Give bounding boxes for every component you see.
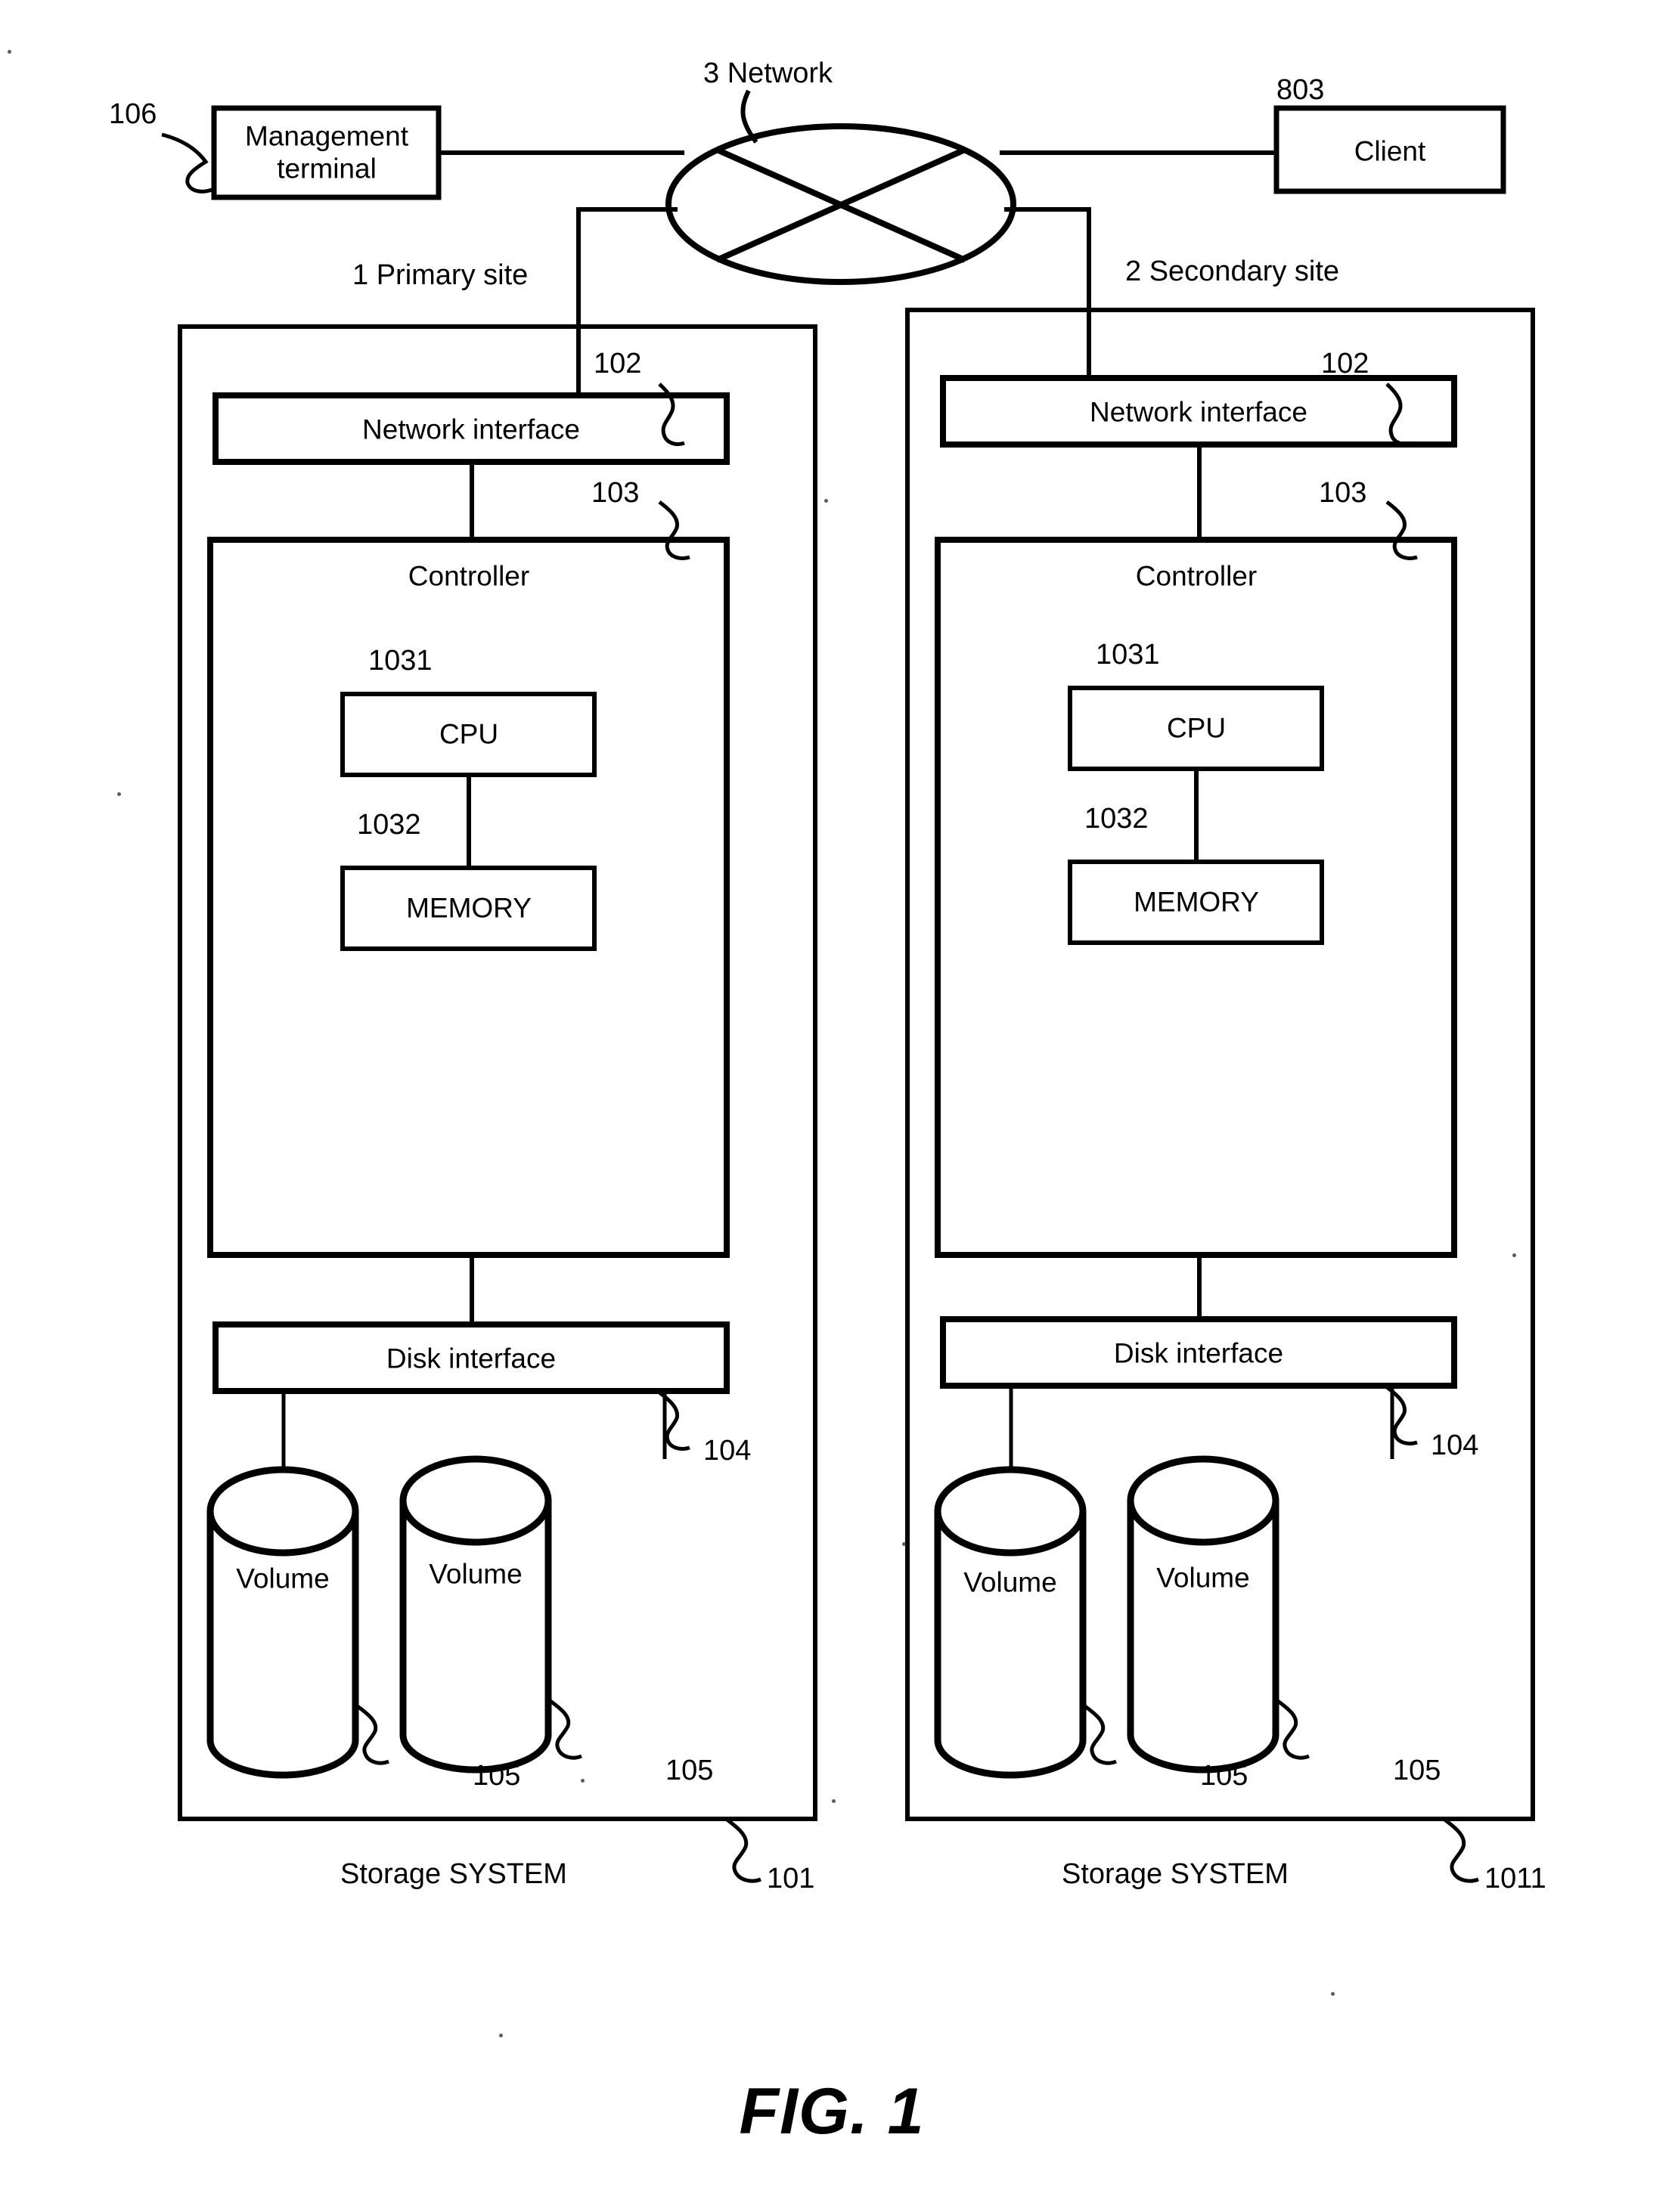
primary-memory-label: MEMORY	[406, 892, 532, 924]
secondary-network-interface-label: Network interface	[1090, 396, 1307, 428]
leader-1011	[1442, 1817, 1479, 1883]
primary-site-frame	[178, 324, 817, 1821]
primary-cpu-label: CPU	[439, 718, 499, 750]
figure-caption: FIG. 1	[739, 2075, 925, 2148]
secondary-site-label: 2 Secondary site	[1125, 256, 1340, 287]
secondary-cpu-label: CPU	[1166, 712, 1227, 744]
leader-105-primary-1	[354, 1702, 389, 1765]
primary-ref-104: 104	[703, 1435, 752, 1467]
primary-disk-interface-label: Disk interface	[386, 1343, 557, 1374]
leader-105-primary-2	[547, 1697, 582, 1760]
patent-figure: 106 Management terminal 3 Network 803 Cl…	[0, 0, 1678, 2212]
primary-volume-2-label: Volume	[429, 1558, 523, 1590]
secondary-ref-103: 103	[1319, 477, 1367, 509]
leader-101	[724, 1817, 761, 1883]
secondary-memory-label: MEMORY	[1134, 886, 1259, 918]
secondary-volume-2-cylinder	[1127, 1455, 1279, 1774]
primary-volume-2-cylinder	[399, 1455, 552, 1774]
primary-network-interface-label: Network interface	[362, 414, 580, 445]
primary-controller-label: Controller	[408, 560, 530, 592]
scan-speck	[499, 2034, 503, 2037]
scan-speck	[581, 1779, 585, 1783]
leader-103-primary	[658, 500, 690, 561]
primary-volume-1-label: Volume	[236, 1563, 330, 1594]
leader-102-secondary	[1385, 383, 1413, 447]
management-terminal-label-line1: Management	[245, 120, 408, 152]
client-label: Client	[1354, 135, 1426, 167]
primary-ref-1032: 1032	[357, 809, 421, 841]
primary-ref-103: 103	[591, 477, 640, 509]
network-label: 3 Network	[703, 57, 833, 89]
secondary-volume-2-label: Volume	[1156, 1562, 1250, 1594]
primary-volume-1-cylinder	[206, 1466, 359, 1779]
secondary-controller-label: Controller	[1135, 560, 1258, 592]
scan-speck	[824, 499, 828, 503]
leader-105-secondary-2	[1274, 1697, 1310, 1760]
secondary-ref-1032: 1032	[1084, 803, 1149, 835]
leader-105-secondary-1	[1081, 1702, 1117, 1765]
ref-803: 803	[1276, 74, 1325, 106]
scan-speck	[832, 1799, 836, 1803]
management-terminal-label: Management terminal	[228, 120, 425, 184]
primary-ref-102: 102	[594, 348, 642, 380]
secondary-volume-1-label: Volume	[963, 1566, 1057, 1598]
primary-ref-1031: 1031	[368, 645, 433, 677]
leader-106	[161, 132, 215, 194]
scan-speck	[8, 50, 11, 54]
secondary-volume-2-ref-105: 105	[1393, 1755, 1441, 1786]
scan-speck	[1512, 1253, 1516, 1257]
secondary-ref-104: 104	[1431, 1430, 1479, 1461]
secondary-ref-1031: 1031	[1096, 639, 1160, 671]
secondary-volume-1-ref-105: 105	[1200, 1760, 1248, 1792]
leader-103-secondary	[1385, 500, 1418, 561]
diagram-artwork	[161, 89, 1535, 1883]
secondary-ref-1011: 1011	[1484, 1863, 1546, 1894]
ref-106: 106	[109, 98, 157, 130]
management-terminal-label-line2: terminal	[277, 153, 377, 184]
secondary-ref-102: 102	[1321, 348, 1369, 380]
scan-speck	[117, 792, 121, 796]
primary-volume-2-ref-105: 105	[665, 1755, 714, 1786]
secondary-volume-1-cylinder	[934, 1466, 1087, 1779]
scan-speck	[902, 1542, 906, 1546]
primary-volume-1-ref-105: 105	[473, 1760, 521, 1792]
scan-speck	[1331, 1992, 1335, 1996]
secondary-storage-system-label: Storage SYSTEM	[1062, 1858, 1289, 1890]
secondary-disk-interface-label: Disk interface	[1113, 1337, 1284, 1369]
primary-storage-system-label: Storage SYSTEM	[340, 1858, 567, 1890]
primary-site-label: 1 Primary site	[352, 259, 529, 291]
link-network-secondary	[1004, 207, 1091, 378]
primary-ref-101: 101	[767, 1863, 815, 1894]
